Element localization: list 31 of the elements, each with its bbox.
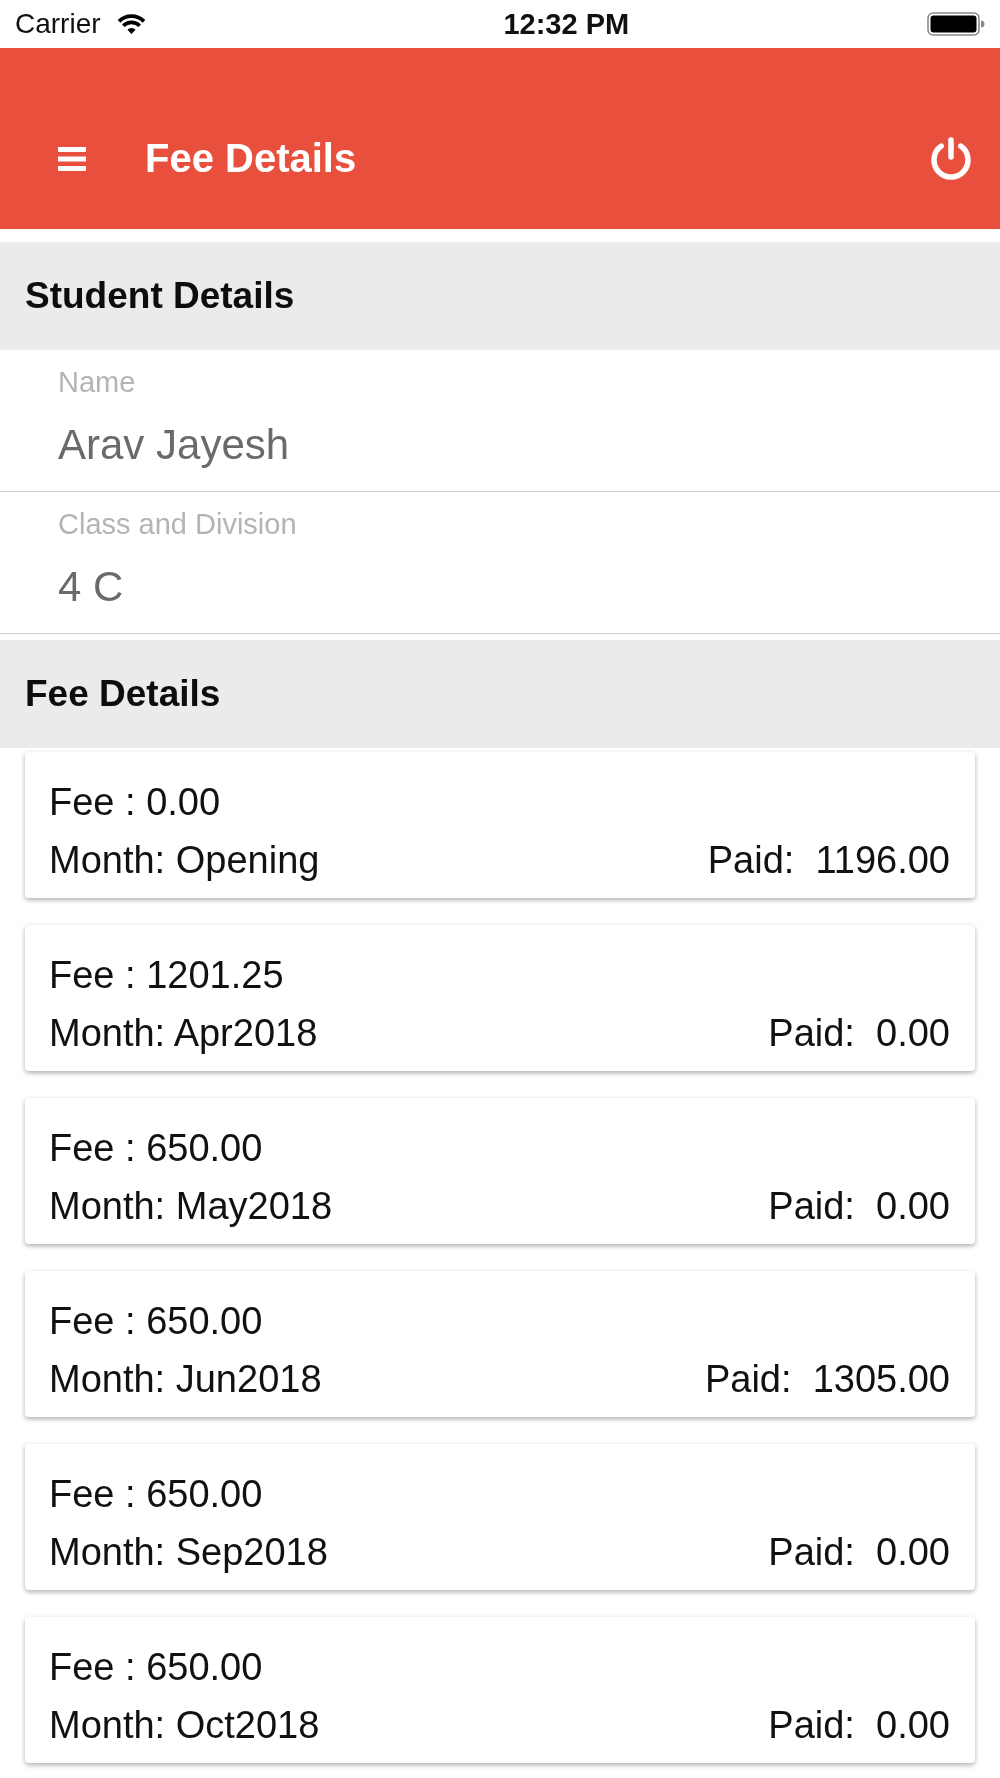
wifi-icon (116, 13, 146, 35)
fee-amount: Fee : 650.00 (49, 1472, 263, 1517)
fee-month: Month: Jun2018 (49, 1357, 322, 1402)
fee-amount: Fee : 650.00 (49, 1126, 263, 1171)
fee-month: Month: Apr2018 (49, 1011, 318, 1056)
fee-amount: Fee : 1201.25 (49, 953, 284, 998)
power-icon[interactable] (930, 137, 972, 180)
fee-amount: Fee : 0.00 (49, 780, 221, 825)
paid-amount: Paid: 0.00 (768, 1530, 950, 1575)
app-title: Fee Details (145, 136, 358, 181)
paid-amount: Paid: 0.00 (768, 1184, 950, 1229)
fee-month: Month: Oct2018 (49, 1703, 320, 1748)
field-value: 4 C (58, 562, 124, 612)
fee-amount: Fee : 650.00 (49, 1299, 263, 1344)
fee-amount: Fee : 650.00 (49, 1645, 263, 1690)
field-label: Name (58, 365, 136, 400)
fee-month: Month: May2018 (49, 1184, 333, 1229)
field-value: Arav Jayesh (58, 420, 290, 470)
status-time: 12:32 PM (503, 7, 630, 41)
section-header: Student Details (0, 242, 1000, 350)
field-label: Class and Division (58, 507, 297, 542)
fee-month: Month: Opening (49, 838, 320, 883)
menu-icon[interactable] (58, 146, 86, 171)
paid-amount: Paid: 0.00 (768, 1011, 950, 1056)
fee-month: Month: Sep2018 (49, 1530, 328, 1575)
paid-amount: Paid: 1305.00 (704, 1357, 950, 1402)
paid-amount: Paid: 1196.00 (707, 838, 950, 883)
paid-amount: Paid: 0.00 (768, 1703, 950, 1748)
carrier-name: Carrier (15, 7, 101, 41)
section-header: Fee Details (0, 640, 1000, 748)
battery-icon (927, 12, 985, 36)
